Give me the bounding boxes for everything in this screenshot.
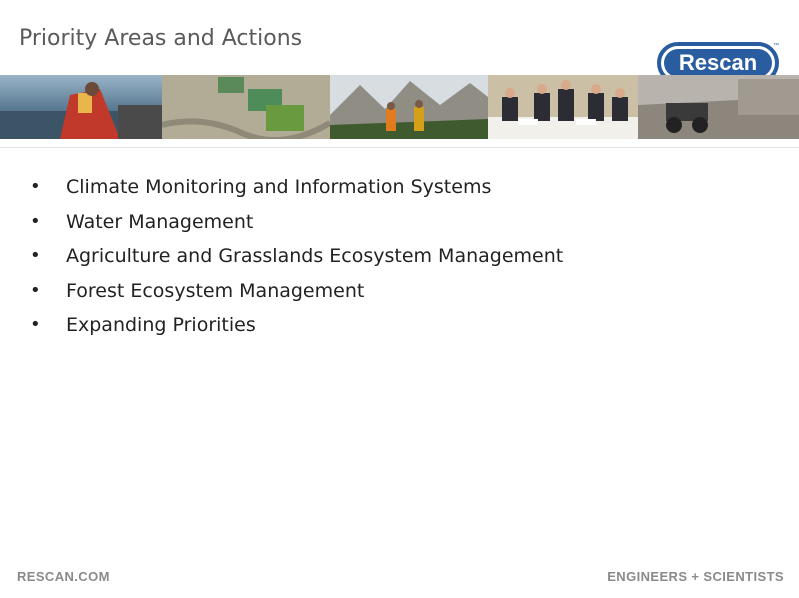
logo-trademark: ™ <box>773 42 779 49</box>
bullet-icon: • <box>30 314 41 335</box>
bullet-text: Agriculture and Grasslands Ecosystem Man… <box>66 245 564 267</box>
logo-text: Rescan <box>679 50 757 75</box>
bullet-icon: • <box>30 176 41 197</box>
bullet-text: Water Management <box>66 210 254 233</box>
bullet-icon: • <box>30 245 41 266</box>
field-worker-photo <box>0 75 162 139</box>
bullet-text: Forest Ecosystem Management <box>66 279 365 302</box>
footer-tagline: ENGINEERS + SCIENTISTS <box>607 569 784 584</box>
header-divider <box>0 147 799 148</box>
meeting-photo <box>488 75 638 139</box>
bullet-icon: • <box>30 210 41 232</box>
photo-strip <box>0 75 799 139</box>
mine-truck-photo <box>638 75 799 139</box>
footer-website: RESCAN.COM <box>17 569 110 584</box>
bullet-icon: • <box>30 279 41 301</box>
bullet-text: Expanding Priorities <box>66 314 256 336</box>
slide: Priority Areas and Actions Rescan ™ • Cl… <box>0 0 799 598</box>
aerial-ponds-photo <box>162 75 330 139</box>
slide-title: Priority Areas and Actions <box>19 26 303 51</box>
bullet-text: Climate Monitoring and Information Syste… <box>66 176 492 198</box>
mountain-team-photo <box>330 75 488 139</box>
